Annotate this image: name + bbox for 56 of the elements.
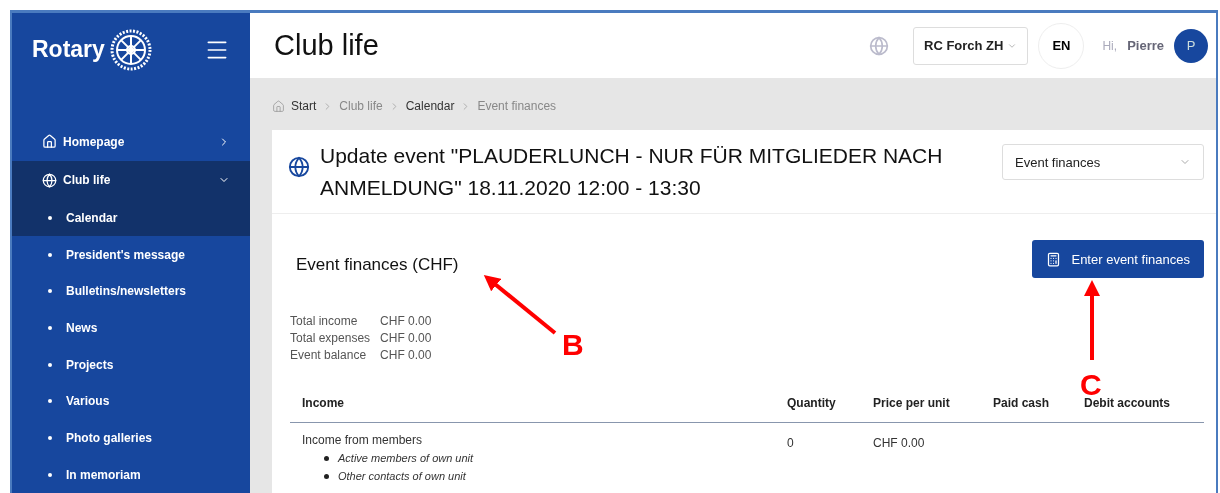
logo-text: Rotary	[32, 36, 105, 64]
nav-subitem[interactable]: President's message	[12, 236, 250, 274]
club-select[interactable]: RC Forch ZH	[913, 26, 1029, 65]
summary-label: Event balance	[290, 348, 368, 362]
event-title: Update event "PLAUDERLUNCH - NUR FÜR MITGLIEDER NACH ANMELDUNG" 18.11.2020 12:00 - 13:30	[320, 143, 944, 201]
wheel-logo-icon	[108, 27, 153, 72]
summary-value: CHF 0.00	[380, 314, 432, 328]
summary-value: CHF 0.00	[380, 331, 432, 345]
bullet-icon	[48, 216, 52, 221]
nav-subitem[interactable]: Bulletins/newsletters	[12, 273, 250, 310]
section-heading: Event finances (CHF)	[296, 255, 459, 275]
nav-item[interactable]: Homepage	[12, 122, 250, 162]
column-header: Income	[302, 396, 345, 410]
nav-subitem[interactable]: News	[12, 309, 250, 347]
calculator-icon	[1046, 251, 1062, 267]
greeting-text: Hi,	[1102, 38, 1118, 53]
globe-icon	[288, 156, 310, 178]
table-cell: 0	[787, 436, 794, 450]
column-header: Paid cash	[993, 396, 1051, 410]
bullet-icon	[48, 362, 52, 367]
bullet-icon	[48, 472, 52, 477]
nav-subitem[interactable]: Various	[12, 383, 250, 420]
home-icon	[42, 134, 57, 150]
globe-icon	[42, 172, 57, 188]
bullet-icon	[48, 252, 52, 257]
nav-subitem[interactable]: In memoriam	[12, 456, 250, 493]
page-title: Club life	[274, 29, 380, 62]
bullet-icon	[48, 436, 52, 441]
column-header: Quantity	[787, 396, 837, 410]
view-select[interactable]: Event finances	[1002, 144, 1204, 180]
summary-value: CHF 0.00	[380, 348, 432, 362]
column-header: Debit accounts	[1084, 396, 1171, 410]
bullet-icon	[324, 455, 329, 461]
breadcrumb-link[interactable]: Start	[291, 99, 317, 113]
column-header: Price per unit	[873, 396, 951, 410]
annotation-label: B	[562, 330, 584, 360]
nav-subitem[interactable]: Projects	[12, 346, 250, 384]
summary-label: Total expenses	[290, 331, 371, 345]
summary-label: Total income	[290, 314, 359, 328]
breadcrumb-link[interactable]: Calendar	[405, 99, 455, 113]
nav-item[interactable]: Club life	[12, 161, 250, 200]
bullet-icon	[48, 399, 52, 404]
home-icon[interactable]	[272, 99, 285, 113]
avatar[interactable]: P	[1174, 28, 1208, 63]
table-cell-text: Income from members	[302, 433, 424, 447]
bullet-icon	[48, 289, 52, 294]
list-item: Other contacts of own unit	[338, 469, 466, 484]
nav-subitem[interactable]: Calendar	[12, 199, 250, 237]
table-cell: CHF 0.00	[873, 436, 925, 450]
nav-subitem[interactable]: Photo galleries	[12, 419, 250, 457]
globe-icon[interactable]	[869, 35, 889, 56]
bullet-icon	[324, 473, 329, 479]
user-name: Pierre	[1127, 38, 1164, 53]
list-item: Active members of own unit	[338, 451, 474, 466]
enter-finances-button[interactable]: Enter event finances	[1032, 240, 1204, 278]
bullet-icon	[48, 326, 52, 331]
